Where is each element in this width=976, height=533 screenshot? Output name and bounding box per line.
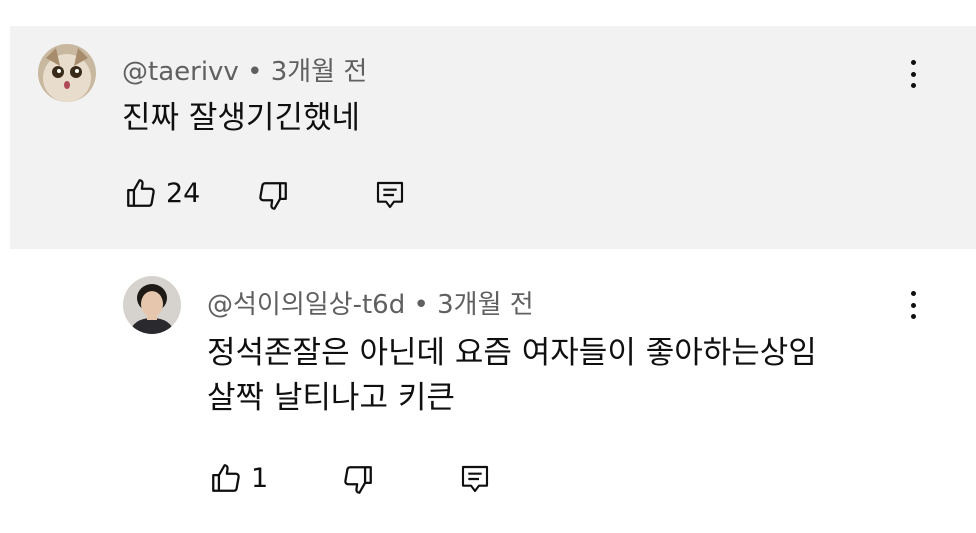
thumbs-up-icon — [127, 179, 155, 207]
comment-meta: @taerivv • 3개월 전 — [122, 51, 367, 88]
comment-line: 진짜 잘생기긴했네 — [122, 100, 361, 136]
comment-time[interactable]: 3개월 전 — [271, 57, 368, 87]
meta-separator: • — [413, 290, 429, 320]
like-count: 24 — [166, 177, 201, 209]
thumbs-up-icon — [212, 464, 240, 492]
author-name[interactable]: @석이의일상-t6d — [207, 290, 405, 320]
dislike-button[interactable] — [256, 179, 290, 213]
like-count: 1 — [251, 462, 269, 494]
comment-line: 정석존잘은 아닌데 요즘 여자들이 좋아하는상임 — [207, 335, 817, 371]
comment-text: 정석존잘은 아닌데 요즘 여자들이 좋아하는상임 살짝 날티나고 키큰 — [207, 331, 817, 421]
dislike-button[interactable] — [341, 463, 375, 497]
thumbs-down-icon — [259, 182, 287, 210]
comment-line: 살짝 날티나고 키큰 — [207, 380, 455, 416]
comment-text: 진짜 잘생기긴했네 — [122, 96, 360, 141]
cat-avatar-icon[interactable] — [38, 44, 96, 102]
reply-icon — [376, 181, 404, 209]
author-name[interactable]: @taerivv — [122, 57, 239, 87]
reply-button[interactable] — [459, 463, 491, 495]
reply-button[interactable] — [374, 179, 406, 211]
thumbs-down-icon — [344, 466, 372, 494]
reply-icon — [461, 465, 489, 493]
like-button[interactable]: 1 — [209, 461, 268, 495]
person-avatar-icon[interactable] — [123, 276, 181, 334]
more-options-icon[interactable] — [901, 54, 925, 94]
comment-time[interactable]: 3개월 전 — [437, 290, 534, 320]
more-options-icon[interactable] — [901, 285, 925, 325]
comment-highlighted: @taerivv • 3개월 전 진짜 잘생기긴했네 24 — [10, 26, 976, 249]
meta-separator: • — [247, 57, 263, 87]
comment-reply: @석이의일상-t6d • 3개월 전 정석존잘은 아닌데 요즘 여자들이 좋아하… — [10, 249, 976, 533]
comment-meta: @석이의일상-t6d • 3개월 전 — [207, 284, 534, 321]
like-button[interactable]: 24 — [124, 176, 200, 210]
